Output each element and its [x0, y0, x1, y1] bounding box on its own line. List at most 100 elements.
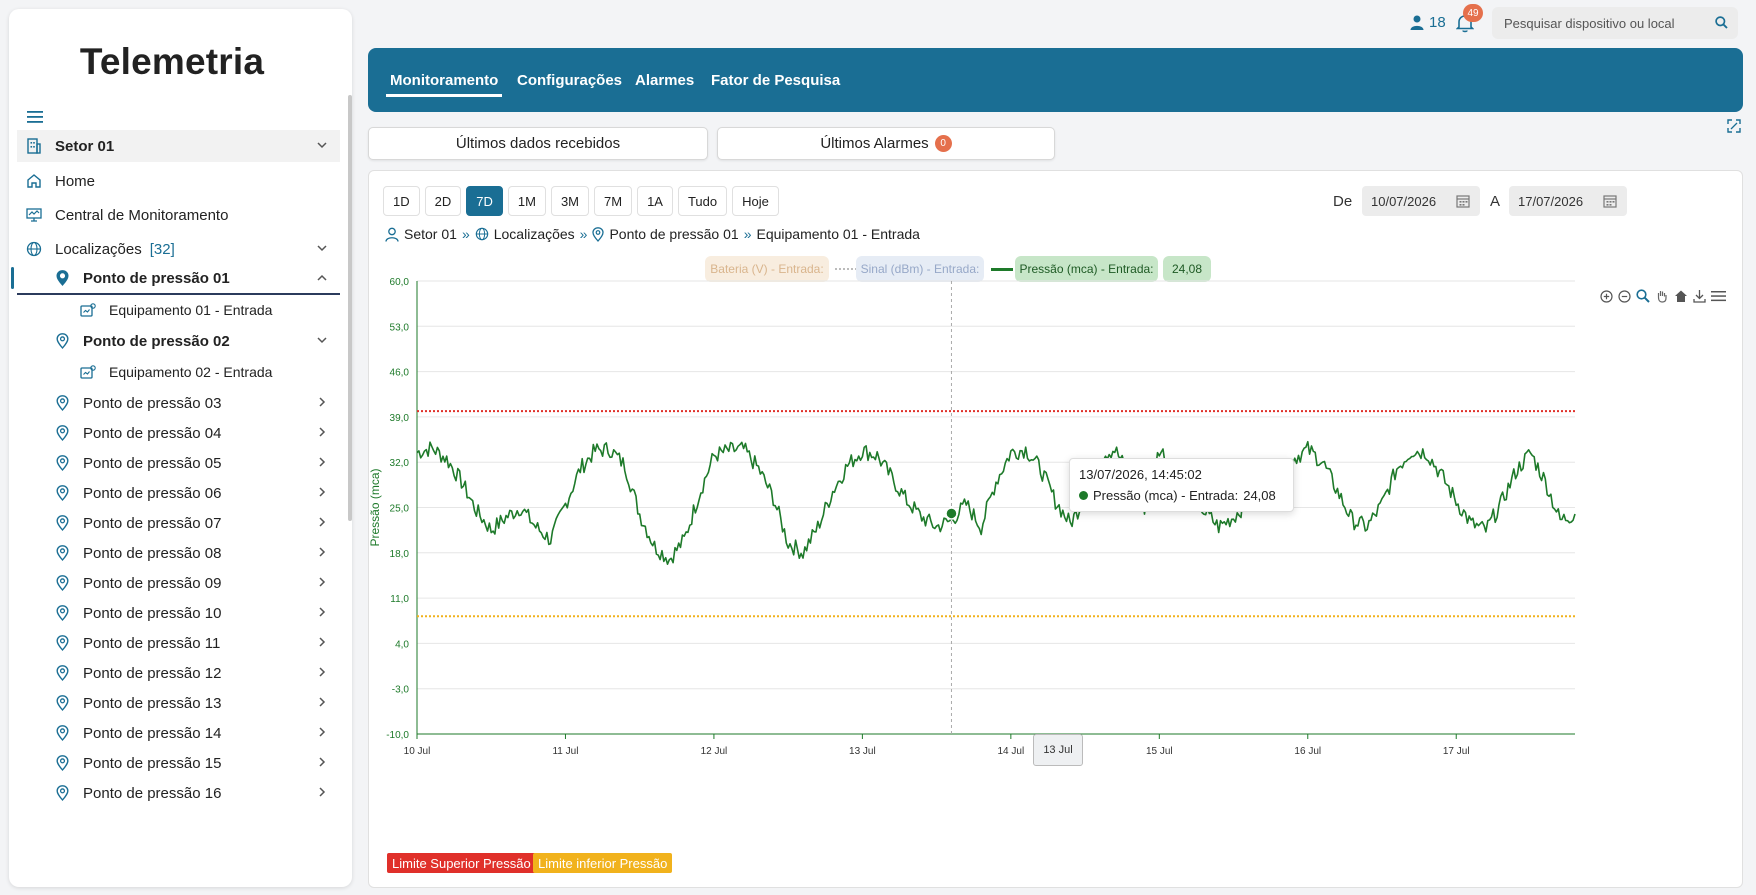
pressure-line-chart[interactable]: 60,0 53,0 46,0 39,0 32,0 25,0 18,0 11,0 4,0 -3,0 -…	[369, 171, 1744, 889]
tooltip-date: 13/07/2026, 14:45:02	[1079, 467, 1202, 482]
chart-tooltip: 13/07/2026, 14:45:02 Pressão (mca) - Ent…	[1069, 458, 1294, 512]
sidebar-item-label: Ponto de pressão 05	[83, 454, 222, 472]
location-pin-icon	[53, 544, 71, 562]
location-pin-icon	[53, 454, 71, 472]
legend-lower-limit[interactable]: Limite inferior Pressão	[533, 853, 673, 873]
x-tick-label: 11 Jul	[552, 746, 578, 757]
location-pin-icon	[53, 784, 71, 802]
chart-panel: 1D 2D 7D 1M 3M 7M 1A Tudo Hoje De 10/07/2026 A 1…	[368, 170, 1743, 888]
y-tick-label: 25,0	[390, 504, 410, 515]
sidebar-item-label: Ponto de pressão 01	[83, 269, 230, 287]
sidebar-item-equipment[interactable]: Equipamento 01 - Entrada	[17, 294, 340, 326]
sidebar-item-label: Setor 01	[55, 137, 115, 155]
sidebar-item-label: Equipamento 02 - Entrada	[109, 364, 273, 380]
tooltip-value: 24,08	[1243, 488, 1276, 503]
users-count: 18	[1429, 14, 1446, 31]
sidebar-item-label: Localizações	[55, 240, 142, 258]
location-pin-icon	[53, 332, 71, 350]
y-axis-label: Pressão (mca)	[369, 468, 382, 546]
sidebar-item-pressure-point[interactable]: Ponto de pressão 12	[17, 657, 340, 689]
sidebar-item-pressure-point[interactable]: Ponto de pressão 13	[17, 687, 340, 719]
sidebar-item-pressure-point[interactable]: Ponto de pressão 15	[17, 747, 340, 779]
sidebar-item-pressure-point[interactable]: Ponto de pressão 02	[17, 325, 340, 357]
search-icon[interactable]	[1715, 16, 1728, 29]
chevron-right-icon[interactable]	[316, 456, 328, 468]
sidebar-item-pressure-point[interactable]: Ponto de pressão 16	[17, 777, 340, 809]
sidebar-item-pressure-point[interactable]: Ponto de pressão 04	[17, 417, 340, 449]
y-tick-label: 39,0	[390, 413, 410, 424]
tooltip-series-dot	[1079, 491, 1088, 500]
user-icon	[1410, 15, 1424, 30]
sidebar-item-label: Ponto de pressão 11	[83, 634, 221, 652]
tab-configuracoes[interactable]: Configurações	[517, 72, 622, 89]
sidebar-item-pressure-point[interactable]: Ponto de pressão 07	[17, 507, 340, 539]
tab-alarmes[interactable]: Alarmes	[635, 72, 694, 89]
chevron-right-icon[interactable]	[316, 696, 328, 708]
sidebar-item-central[interactable]: Central de Monitoramento	[17, 199, 340, 231]
sidebar-item-pressure-point[interactable]: Ponto de pressão 03	[17, 387, 340, 419]
hamburger-menu-icon[interactable]	[27, 110, 43, 124]
sidebar-scrollbar[interactable]	[348, 95, 352, 521]
x-tick-label: 13 Jul	[849, 746, 876, 757]
sidebar-item-label: Ponto de pressão 10	[83, 604, 222, 622]
localizacoes-count: [32]	[149, 240, 175, 258]
subtab-ultimos-alarmes[interactable]: Últimos Alarmes 0	[717, 127, 1055, 160]
users-indicator[interactable]: 18	[1410, 14, 1446, 31]
chevron-right-icon[interactable]	[316, 756, 328, 768]
chevron-right-icon[interactable]	[316, 576, 328, 588]
sidebar-item-label: Ponto de pressão 07	[83, 514, 222, 532]
location-pin-icon	[53, 754, 71, 772]
chevron-right-icon[interactable]	[316, 726, 328, 738]
chevron-right-icon[interactable]	[316, 516, 328, 528]
tab-monitoramento[interactable]: Monitoramento	[385, 72, 503, 97]
sidebar-item-equipment[interactable]: Equipamento 02 - Entrada	[17, 356, 340, 388]
chevron-right-icon[interactable]	[316, 486, 328, 498]
chevron-down-icon[interactable]	[316, 242, 328, 254]
sidebar-item-label: Ponto de pressão 06	[83, 484, 222, 502]
sidebar-item-pressure-point[interactable]: Ponto de pressão 01	[11, 263, 340, 295]
sidebar: Telemetria Setor 01 Home Central de Moni…	[9, 9, 352, 887]
sidebar-item-label: Home	[55, 172, 96, 190]
expand-icon[interactable]	[1727, 119, 1741, 133]
sidebar-item-pressure-point[interactable]: Ponto de pressão 10	[17, 597, 340, 629]
chevron-right-icon[interactable]	[316, 396, 328, 408]
chevron-down-icon[interactable]	[316, 139, 328, 151]
sidebar-item-label: Ponto de pressão 09	[83, 574, 222, 592]
sidebar-item-label: Ponto de pressão 13	[83, 694, 222, 712]
sidebar-item-label: Ponto de pressão 04	[83, 424, 222, 442]
globe-icon	[25, 240, 43, 258]
chevron-right-icon[interactable]	[316, 426, 328, 438]
sidebar-item-pressure-point[interactable]: Ponto de pressão 08	[17, 537, 340, 569]
series-line-pressure	[416, 440, 1576, 566]
sidebar-item-pressure-point[interactable]: Ponto de pressão 05	[17, 447, 340, 479]
chevron-right-icon[interactable]	[316, 636, 328, 648]
chevron-up-icon[interactable]	[316, 272, 328, 284]
chevron-right-icon[interactable]	[316, 546, 328, 558]
y-tick-label: 32,0	[390, 458, 410, 469]
subtab-ultimos-dados[interactable]: Últimos dados recebidos	[368, 127, 708, 160]
legend-upper-limit[interactable]: Limite Superior Pressão	[387, 853, 536, 873]
x-tick-label: 15 Jul	[1146, 746, 1173, 757]
sidebar-item-sector[interactable]: Setor 01	[17, 130, 340, 162]
location-pin-icon	[53, 724, 71, 742]
tab-fator-de-pesquisa[interactable]: Fator de Pesquisa	[711, 72, 840, 89]
home-icon	[25, 172, 43, 190]
sidebar-item-home[interactable]: Home	[17, 165, 340, 197]
location-pin-icon	[53, 694, 71, 712]
sidebar-item-pressure-point[interactable]: Ponto de pressão 06	[17, 477, 340, 509]
sidebar-item-pressure-point[interactable]: Ponto de pressão 11	[17, 627, 340, 659]
chevron-right-icon[interactable]	[316, 606, 328, 618]
chevron-right-icon[interactable]	[316, 786, 328, 798]
sidebar-item-pressure-point[interactable]: Ponto de pressão 14	[17, 717, 340, 749]
subtab-label: Últimos Alarmes	[820, 135, 929, 152]
highlight-point	[945, 507, 958, 520]
sidebar-item-pressure-point[interactable]: Ponto de pressão 09	[17, 567, 340, 599]
equipment-icon	[79, 301, 97, 319]
x-tick-label: 17 Jul	[1443, 746, 1470, 757]
x-cursor-label: 13 Jul	[1033, 734, 1083, 766]
chevron-right-icon[interactable]	[316, 666, 328, 678]
sidebar-item-localizacoes[interactable]: Localizações [32]	[17, 233, 340, 265]
chevron-down-icon[interactable]	[316, 334, 328, 346]
search-input[interactable]	[1492, 15, 1702, 31]
y-tick-label: 11,0	[390, 594, 409, 605]
